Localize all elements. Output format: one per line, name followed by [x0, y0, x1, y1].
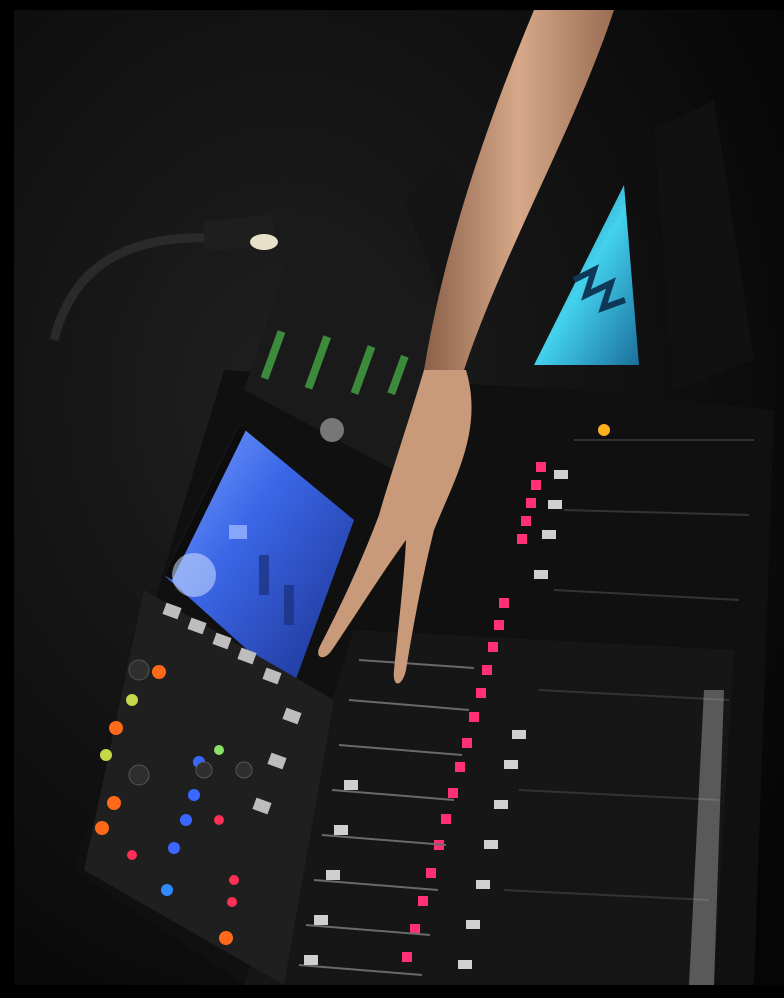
knob — [320, 418, 344, 442]
photo-frame — [0, 0, 784, 998]
mixing-console-photo — [14, 10, 784, 985]
photo-illustration — [14, 10, 784, 985]
lamp-light — [250, 234, 278, 250]
amber-led — [598, 424, 610, 436]
